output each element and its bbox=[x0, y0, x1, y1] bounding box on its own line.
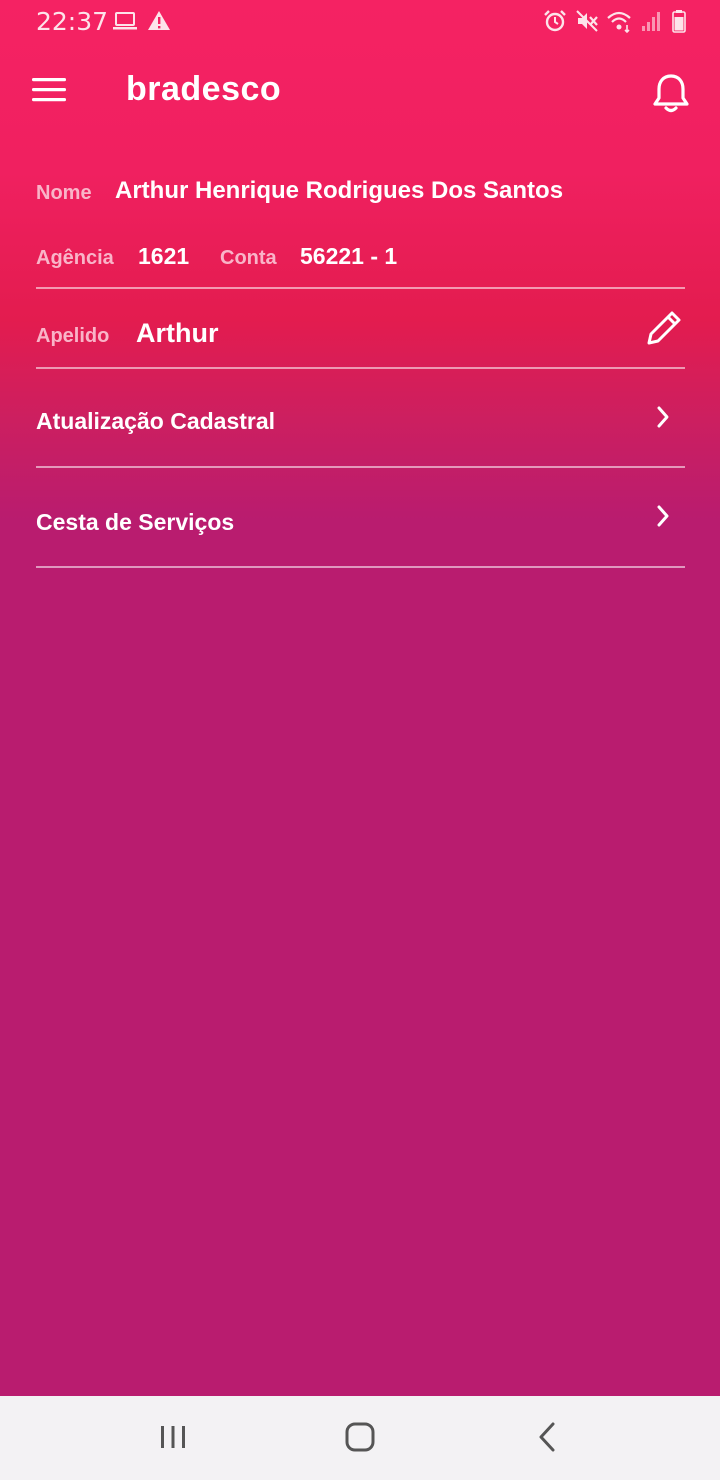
menu-item-atualizacao-cadastral[interactable]: Atualização Cadastral bbox=[0, 368, 720, 466]
laptop-icon bbox=[113, 12, 137, 30]
back-icon bbox=[539, 1422, 555, 1452]
name-label: Nome bbox=[36, 182, 92, 204]
nickname-label: Apelido bbox=[36, 325, 110, 347]
recent-apps-icon bbox=[161, 1426, 185, 1448]
chevron-right-icon bbox=[657, 505, 669, 527]
battery-icon bbox=[672, 10, 686, 33]
warning-icon bbox=[148, 11, 170, 30]
notifications-button[interactable] bbox=[648, 70, 694, 116]
mute-icon bbox=[576, 10, 598, 32]
agency-value: 1621 bbox=[138, 243, 190, 269]
chevron-right-icon bbox=[657, 406, 669, 428]
menu-item-label: Atualização Cadastral bbox=[36, 408, 276, 434]
divider bbox=[36, 566, 685, 568]
status-time: 22:37 bbox=[36, 7, 109, 36]
bell-icon bbox=[653, 74, 689, 113]
system-nav-bar bbox=[0, 1396, 720, 1480]
nickname-value: Arthur bbox=[136, 318, 219, 348]
divider bbox=[36, 287, 685, 289]
pencil-icon bbox=[647, 311, 681, 345]
back-button[interactable] bbox=[522, 1416, 572, 1460]
recent-apps-button[interactable] bbox=[148, 1416, 198, 1460]
hamburger-menu-icon bbox=[32, 78, 66, 102]
name-value: Arthur Henrique Rodrigues Dos Santos bbox=[115, 177, 564, 204]
menu-item-cesta-de-servicos[interactable]: Cesta de Serviços bbox=[0, 467, 720, 566]
account-label: Conta bbox=[220, 247, 277, 269]
alarm-icon bbox=[544, 10, 566, 32]
menu-item-label: Cesta de Serviços bbox=[36, 509, 235, 535]
account-value: 56221 - 1 bbox=[300, 243, 398, 269]
menu-button[interactable] bbox=[28, 70, 72, 110]
home-button[interactable] bbox=[335, 1416, 385, 1460]
status-bar: 22:37 bbox=[0, 0, 720, 44]
agency-label: Agência bbox=[36, 247, 114, 269]
signal-icon bbox=[642, 12, 660, 31]
wifi-icon bbox=[607, 11, 631, 34]
brand-logo: bradesco bbox=[126, 70, 282, 108]
home-icon bbox=[345, 1422, 375, 1452]
edit-nickname-button[interactable] bbox=[644, 308, 684, 348]
app-screen: 22:37 bradesco Nome Arthur Henrique Rodr… bbox=[0, 0, 720, 1396]
